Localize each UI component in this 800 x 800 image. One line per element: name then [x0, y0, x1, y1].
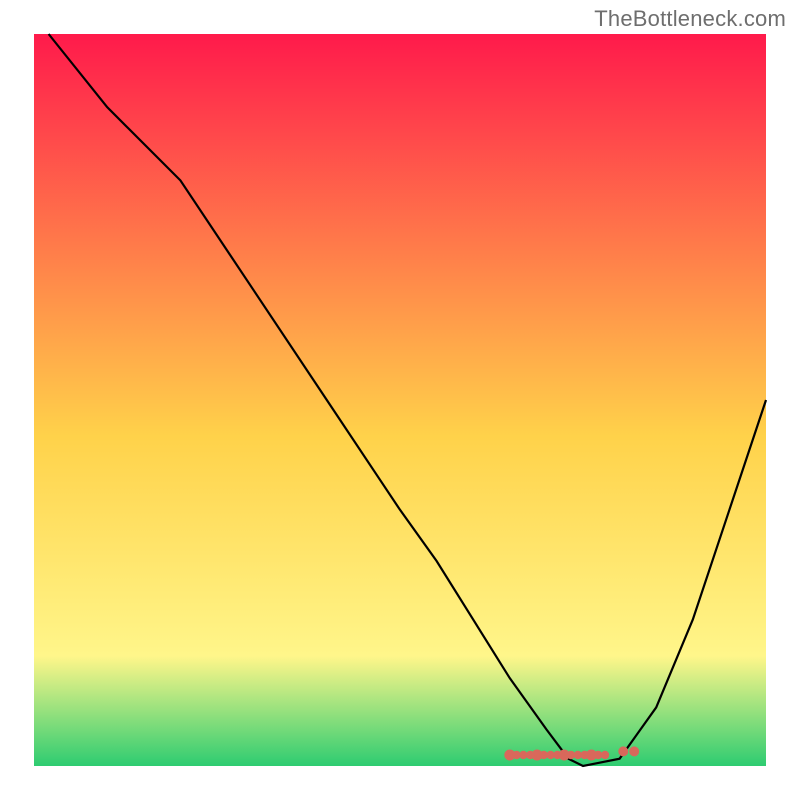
optimal-range-marker — [601, 751, 609, 759]
watermark-label: TheBottleneck.com — [594, 6, 786, 32]
bottleneck-chart — [0, 0, 800, 800]
optimal-range-marker — [629, 746, 639, 756]
optimal-range-marker — [618, 746, 628, 756]
chart-container: TheBottleneck.com — [0, 0, 800, 800]
